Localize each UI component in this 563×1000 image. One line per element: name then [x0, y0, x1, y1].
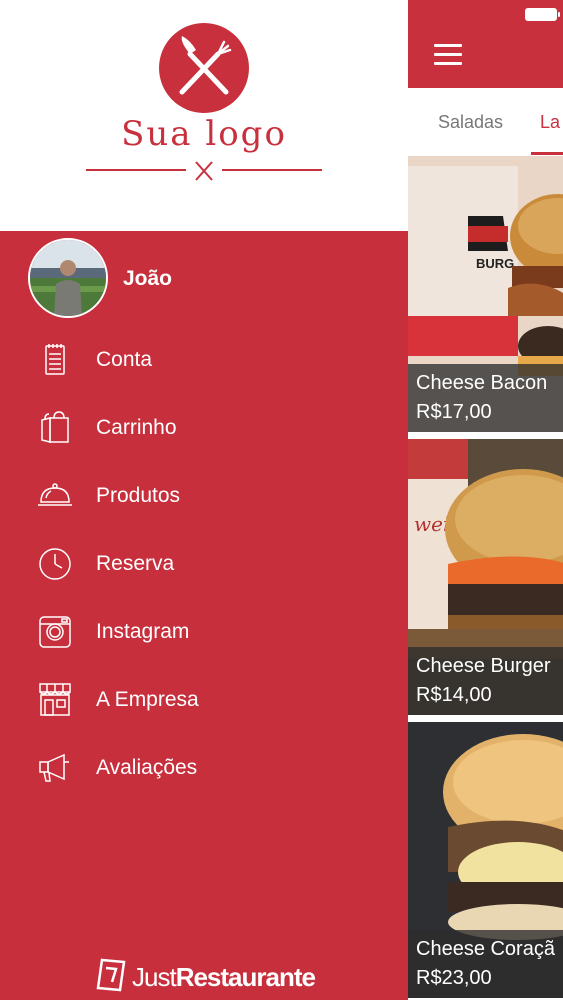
logo-divider	[86, 161, 322, 181]
notepad-icon	[45, 344, 65, 375]
menu-item-label: Instagram	[96, 620, 190, 643]
product-card[interactable]: BURG Cheese Bacon R$17,00	[408, 156, 563, 432]
storefront-icon	[39, 683, 71, 716]
product-price: R$23,00	[416, 967, 492, 989]
tab-lanches[interactable]: La	[540, 112, 560, 133]
menu-item-instagram[interactable]: Instagram	[0, 604, 408, 660]
menu-item-carrinho[interactable]: Carrinho	[0, 400, 408, 456]
menu-item-label: Carrinho	[96, 416, 177, 439]
battery-icon	[525, 8, 560, 21]
main-app-panel: Saladas La BURG Cheese Bacon R$17,00 wei…	[408, 0, 563, 1000]
justrestaurante-logo-icon	[96, 958, 126, 992]
user-name: João	[123, 267, 173, 290]
product-price: R$17,00	[416, 401, 492, 423]
navigation-drawer: Sua logo João Conta Carrinho Produtos Re…	[0, 0, 408, 1000]
menu-item-label: Reserva	[96, 552, 175, 575]
menu-item-produtos[interactable]: Produtos	[0, 468, 408, 524]
menu-item-label: Produtos	[96, 484, 181, 507]
brand-text-light: Just	[132, 962, 177, 992]
burger-box-text: BURG	[476, 256, 514, 271]
hamburger-menu-icon[interactable]	[434, 44, 462, 66]
app-header	[408, 0, 563, 88]
menu-item-a-empresa[interactable]: A Empresa	[0, 672, 408, 728]
instagram-icon	[39, 616, 71, 648]
cloche-icon	[38, 483, 72, 506]
megaphone-icon	[39, 753, 69, 782]
product-caption: Cheese Burger R$14,00	[408, 647, 563, 715]
product-caption: Cheese Bacon R$17,00	[408, 364, 563, 432]
product-price: R$14,00	[416, 684, 492, 706]
logo-text: Sua logo	[121, 114, 287, 154]
product-card[interactable]: weise Cheese Burger R$14,00	[408, 439, 563, 715]
category-tabs: Saladas La	[408, 88, 563, 155]
brand-text-bold: Restaurante	[175, 962, 316, 992]
justrestaurante-brand: JustRestaurante	[96, 956, 336, 996]
menu-item-label: Conta	[96, 348, 153, 371]
product-card[interactable]: Cheese Coraçã R$23,00	[408, 722, 563, 998]
menu-item-label: A Empresa	[96, 688, 199, 711]
product-caption: Cheese Coraçã R$23,00	[408, 930, 563, 998]
menu-item-label: Avaliações	[96, 756, 198, 779]
menu-item-reserva[interactable]: Reserva	[0, 536, 408, 592]
product-name: Cheese Coraçã	[416, 938, 555, 960]
active-tab-indicator	[531, 152, 563, 155]
menu-item-conta[interactable]: Conta	[0, 332, 408, 388]
avatar	[28, 238, 108, 318]
menu-item-avaliacoes[interactable]: Avaliações	[0, 740, 408, 796]
tab-saladas[interactable]: Saladas	[438, 112, 503, 133]
product-name: Cheese Bacon	[416, 372, 548, 394]
fork-knife-icon	[159, 23, 249, 113]
shopping-bag-icon	[41, 411, 69, 443]
brand-text: JustRestaurante	[132, 962, 316, 993]
product-name: Cheese Burger	[416, 655, 551, 677]
logo-header: Sua logo	[0, 0, 408, 231]
clock-icon	[39, 548, 71, 580]
user-profile[interactable]: João	[28, 238, 388, 318]
